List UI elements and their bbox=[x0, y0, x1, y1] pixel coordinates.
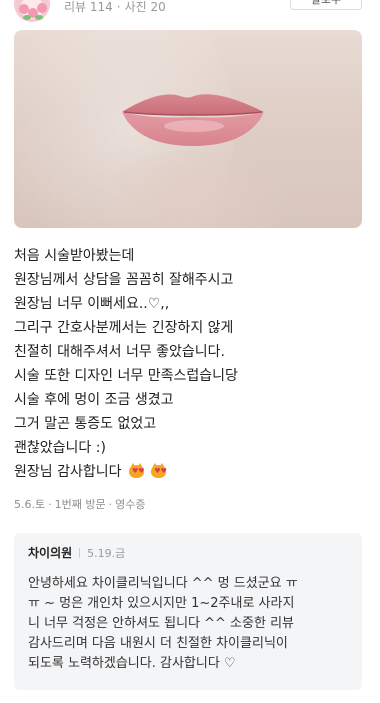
review-line: 원장님께서 상담을 꼼꼼히 잘해주시고 bbox=[14, 272, 234, 288]
visit-date: 5.6.토 bbox=[14, 498, 46, 511]
reply-line: ㅠ ~ 멍은 개인차 있으시지만 1~2주내로 사라지 bbox=[28, 596, 295, 611]
owner-reply: 차이의원 5.19.금 안녕하세요 차이클리닉입니다 ^^ 멍 드셨군요 ㅠ ㅠ … bbox=[14, 533, 362, 690]
review-line: 시술 후에 멍이 조금 생겼고 bbox=[14, 392, 174, 408]
reviewer-header: 리뷰 114·사진 20 팔로우 bbox=[0, 0, 380, 22]
reply-line: 되도록 노력하겠습니다. 감사합니다 ♡ bbox=[28, 656, 236, 671]
review-line: 그리구 간호사분께서는 긴장하지 않게 bbox=[14, 320, 234, 336]
review-line: 괜찮았습니다 :) bbox=[14, 440, 106, 456]
review-line: 친절히 대해주셔서 너무 좋았습니다. bbox=[14, 344, 225, 360]
meta-dot: · bbox=[108, 498, 113, 511]
visit-count: 1번째 방문 bbox=[54, 498, 106, 511]
reply-header: 차이의원 5.19.금 bbox=[28, 545, 348, 562]
review-line-text: 원장님 감사합니다 bbox=[14, 464, 122, 480]
heart-eyes-cat-icon: ♥♥ bbox=[151, 463, 167, 478]
review-line: 그거 말곤 통증도 없었고 bbox=[14, 416, 157, 432]
review-line: 시술 또한 디자인 너무 만족스럽습니당 bbox=[14, 368, 238, 384]
meta-separator: · bbox=[116, 0, 121, 14]
review-line: 원장님 너무 이뻐세요..♡,, bbox=[14, 296, 170, 312]
follow-button[interactable]: 팔로우 bbox=[290, 0, 362, 10]
review-visit-info: 5.6.토 · 1번째 방문 · 영수증 bbox=[14, 496, 145, 512]
lips-photo bbox=[122, 94, 264, 146]
reply-divider bbox=[79, 548, 81, 558]
reviewer-avatar[interactable] bbox=[14, 0, 50, 22]
heart-eyes-cat-icon: ♥♥ bbox=[128, 463, 145, 478]
review-line-last: 원장님 감사합니다 ♥♥ ♥♥ bbox=[14, 460, 364, 484]
reply-text: 안녕하세요 차이클리닉입니다 ^^ 멍 드셨군요 ㅠ ㅠ ~ 멍은 개인차 있으… bbox=[28, 574, 346, 674]
reply-owner-name[interactable]: 차이의원 bbox=[28, 546, 72, 560]
reviewer-meta: 리뷰 114 · 사진 20 bbox=[64, 0, 166, 14]
meta-dot: · bbox=[48, 498, 52, 511]
reply-line: 니 너무 걱정은 안하셔도 됩니다 ^^ 소중한 리뷰 bbox=[28, 616, 294, 631]
reply-line: 감사드리며 다음 내원시 더 친절한 차이클리닉이 bbox=[28, 636, 288, 651]
photo-count: 사진 20 bbox=[124, 0, 166, 14]
review-text: 처음 시술받아봤는데 원장님께서 상담을 꼼꼼히 잘해주시고 원장님 너무 이뻐… bbox=[14, 244, 364, 484]
review-count: 리뷰 114 bbox=[64, 0, 113, 14]
reply-line: 안녕하세요 차이클리닉입니다 ^^ 멍 드셨군요 ㅠ bbox=[28, 576, 298, 591]
receipt-label[interactable]: 영수증 bbox=[115, 498, 145, 511]
review-line: 처음 시술받아봤는데 bbox=[14, 248, 135, 264]
reply-date: 5.19.금 bbox=[87, 547, 126, 560]
review-photo[interactable] bbox=[14, 30, 362, 228]
